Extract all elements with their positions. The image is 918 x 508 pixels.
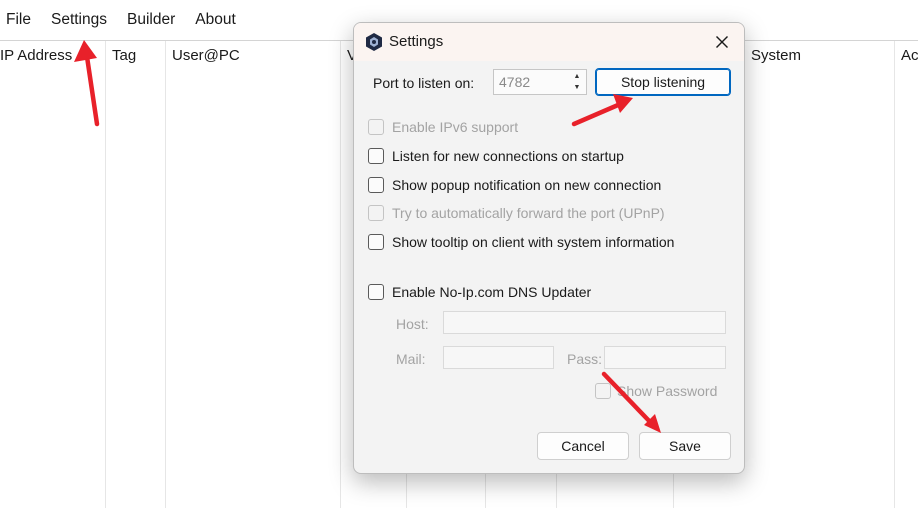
menu-about[interactable]: About (185, 0, 246, 40)
port-label: Port to listen on: (373, 75, 475, 91)
port-stepper[interactable]: 4782 ▲ ▼ (493, 69, 587, 95)
ipv6-label: Enable IPv6 support (392, 119, 519, 135)
column-header-ip-address[interactable]: IP Address (0, 41, 100, 71)
password-field[interactable] (604, 346, 726, 369)
noip-option: Enable No-Ip.com DNS Updater (368, 282, 591, 302)
upnp-checkbox[interactable] (368, 205, 384, 221)
column-divider[interactable] (105, 41, 106, 508)
column-divider[interactable] (894, 41, 895, 508)
column-header-tag[interactable]: Tag (112, 41, 162, 71)
close-button[interactable] (708, 28, 736, 56)
ipv6-option: Enable IPv6 support (368, 117, 518, 137)
mail-label: Mail: (396, 351, 426, 367)
spin-up-icon[interactable]: ▲ (569, 71, 585, 82)
column-header-user-pc[interactable]: User@PC (172, 41, 332, 71)
tooltip-option: Show tooltip on client with system infor… (368, 232, 674, 252)
menu-builder[interactable]: Builder (117, 0, 185, 40)
save-button[interactable]: Save (639, 432, 731, 460)
popup-checkbox[interactable] (368, 177, 384, 193)
column-divider[interactable] (340, 41, 341, 508)
dialog-titlebar[interactable]: Settings (354, 23, 744, 61)
port-value[interactable]: 4782 (499, 70, 530, 94)
host-field[interactable] (443, 311, 726, 334)
popup-option: Show popup notification on new connectio… (368, 175, 661, 195)
upnp-label: Try to automatically forward the port (U… (392, 205, 665, 221)
tooltip-checkbox[interactable] (368, 234, 384, 250)
startup-checkbox[interactable] (368, 148, 384, 164)
app-logo-icon (366, 33, 382, 51)
close-icon (716, 36, 728, 48)
dialog-title: Settings (389, 33, 444, 50)
popup-label[interactable]: Show popup notification on new connectio… (392, 177, 661, 193)
menu-file[interactable]: File (0, 0, 41, 40)
menu-settings[interactable]: Settings (41, 0, 117, 40)
mail-field[interactable] (443, 346, 554, 369)
host-label: Host: (396, 316, 429, 332)
stop-listening-button[interactable]: Stop listening (595, 68, 731, 96)
noip-checkbox[interactable] (368, 284, 384, 300)
tooltip-label[interactable]: Show tooltip on client with system infor… (392, 234, 674, 250)
noip-label[interactable]: Enable No-Ip.com DNS Updater (392, 284, 591, 300)
startup-label[interactable]: Listen for new connections on startup (392, 148, 624, 164)
settings-dialog: Settings Port to listen on: 4782 ▲ ▼ Sto… (353, 22, 745, 474)
pass-label: Pass: (567, 351, 603, 367)
show-password-label: Show Password (617, 383, 718, 399)
column-header-operating-system[interactable]: System (751, 41, 881, 71)
spin-down-icon[interactable]: ▼ (569, 82, 585, 93)
upnp-option: Try to automatically forward the port (U… (368, 203, 665, 223)
cancel-button[interactable]: Cancel (537, 432, 629, 460)
show-password-option: Show Password (595, 381, 717, 401)
startup-option: Listen for new connections on startup (368, 146, 624, 166)
port-stepper-buttons: ▲ ▼ (569, 71, 585, 93)
ipv6-checkbox[interactable] (368, 119, 384, 135)
column-header-account-type[interactable]: Ac (901, 41, 918, 71)
show-password-checkbox[interactable] (595, 383, 611, 399)
column-divider[interactable] (165, 41, 166, 508)
